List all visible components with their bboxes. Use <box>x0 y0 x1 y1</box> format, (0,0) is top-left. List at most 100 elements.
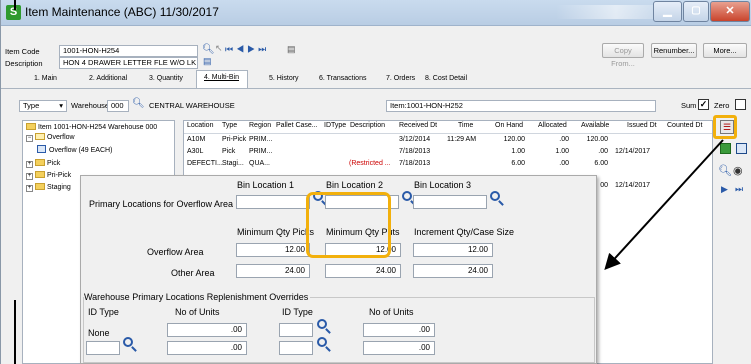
col-on-hand[interactable]: On Hand <box>495 122 523 129</box>
tree-overflow-child-label: Overflow (49 EACH) <box>49 147 113 154</box>
maximize-button[interactable]: ▢ <box>683 1 709 22</box>
binoculars-icon[interactable]: ◉ <box>733 164 743 177</box>
overflow-area-label: Overflow Area <box>147 247 204 257</box>
tree-item-overflow[interactable]: − Overflow <box>26 133 75 142</box>
col-time[interactable]: Time <box>458 122 473 129</box>
col-available[interactable]: Available <box>581 122 609 129</box>
table-row[interactable]: DEFECTI... Stagi... QUA... (Restricted .… <box>184 158 712 170</box>
col-pallet-case[interactable]: Pallet Case... <box>276 122 318 129</box>
tab-divider <box>1 88 751 89</box>
more-button[interactable]: More... <box>703 43 747 58</box>
collapse-icon[interactable]: − <box>26 135 33 142</box>
tree-item-pick[interactable]: + Pick <box>26 159 60 168</box>
minimize-button[interactable]: ▁ <box>653 1 682 22</box>
col-idtype[interactable]: IDType <box>324 122 346 129</box>
close-button[interactable]: ✕ <box>710 1 750 22</box>
units-input-4[interactable]: .00 <box>363 341 435 355</box>
description-memo-icon[interactable]: ▤ <box>203 56 212 67</box>
copy-from-button[interactable]: Copy From... <box>602 43 644 68</box>
col-description[interactable]: Description <box>350 122 385 129</box>
col-issued-dt[interactable]: Issued Dt <box>627 122 657 129</box>
id-type-value: None <box>88 328 110 338</box>
chevron-down-icon: ▾ <box>59 101 63 110</box>
units-input-1[interactable]: .00 <box>167 323 247 337</box>
type-select-value: Type <box>23 101 40 110</box>
units-input-2[interactable]: .00 <box>363 323 435 337</box>
row-location: DEFECTI... <box>187 160 223 167</box>
id-type-3-lookup-icon[interactable] <box>123 337 133 347</box>
col-received-dt[interactable]: Received Dt <box>399 122 437 129</box>
table-row[interactable]: A30L Pick PRIM... 7/18/2013 1.00 1.00 .0… <box>184 146 712 158</box>
tab-multi-bin[interactable]: 4. Multi-Bin <box>204 74 239 81</box>
tree-item-staging[interactable]: + Staging <box>26 183 71 192</box>
row-location: A30L <box>187 148 204 155</box>
list-icon[interactable] <box>736 143 747 154</box>
col-allocated[interactable]: Allocated <box>538 122 567 129</box>
tab-quantity[interactable]: 3. Quantity <box>149 75 183 82</box>
table-row[interactable]: A10M Pri-Pick PRIM... 3/12/2014 11:29 AM… <box>184 134 712 146</box>
item-filter-field[interactable]: Item:1001-HON-H252 <box>386 100 656 112</box>
tab-cost-detail[interactable]: 8. Cost Detail <box>425 75 467 82</box>
bin-location-3-lookup-icon[interactable] <box>490 191 500 201</box>
tab-main[interactable]: 1. Main <box>34 75 57 82</box>
notes-icon[interactable]: ▤ <box>287 44 296 55</box>
units-input-3[interactable]: .00 <box>167 341 247 355</box>
col-region[interactable]: Region <box>249 122 271 129</box>
search-icon[interactable]: 🔍︎ <box>718 164 732 177</box>
row-on-hand: 120.00 <box>503 136 525 143</box>
expand-icon[interactable]: + <box>26 185 33 192</box>
row-allocated: 1.00 <box>555 148 569 155</box>
tree-item-pri-pick[interactable]: + Pri-Pick <box>26 171 71 180</box>
other-min-picks-input[interactable]: 24.00 <box>236 264 310 278</box>
tab-transactions[interactable]: 6. Transactions <box>319 75 366 82</box>
renumber-button[interactable]: Renumber... <box>651 43 697 58</box>
last-icon[interactable]: ⏭ <box>735 184 743 195</box>
next-icon[interactable]: ▶ <box>721 184 728 195</box>
zero-label: Zero <box>714 101 730 110</box>
tab-orders[interactable]: 7. Orders <box>386 75 415 82</box>
col-counted-dt[interactable]: Counted Dt <box>667 122 702 129</box>
expand-icon[interactable]: + <box>26 161 33 168</box>
record-navigation-icons[interactable]: ⏮◀▶⏭ <box>225 44 269 55</box>
tab-history[interactable]: 5. History <box>269 75 299 82</box>
id-type-input-4[interactable] <box>279 341 313 355</box>
top-edge-marker <box>14 0 16 10</box>
bin-location-3-input[interactable] <box>413 195 487 209</box>
expand-icon[interactable]: + <box>26 173 33 180</box>
bin-location-2-lookup-icon[interactable] <box>402 191 412 201</box>
item-lookup-icon[interactable]: 🔍︎ <box>202 44 215 55</box>
type-select[interactable]: Type ▾ <box>19 100 67 112</box>
row-allocated: .00 <box>559 160 569 167</box>
row-region: QUA... <box>249 160 271 167</box>
warehouse-code-input[interactable]: 000 <box>107 100 129 112</box>
item-clear-icon[interactable]: ↖ <box>215 43 223 54</box>
tree-item-overflow-child[interactable]: Overflow (49 EACH) <box>37 145 112 154</box>
id-type-2-lookup-icon[interactable] <box>317 319 327 329</box>
overflow-increment-input[interactable]: 12.00 <box>413 243 493 257</box>
increment-qty-label: Increment Qty/Case Size <box>414 227 515 237</box>
item-code-input[interactable]: 1001-HON-H254 <box>59 45 198 57</box>
row-time: 11:29 AM <box>447 136 477 143</box>
other-increment-input[interactable]: 24.00 <box>413 264 493 278</box>
close-icon: ✕ <box>725 5 735 17</box>
row-received: 7/18/2013 <box>399 160 431 167</box>
item-code-label: Item Code <box>5 47 40 56</box>
id-type-input-3[interactable] <box>86 341 120 355</box>
bin-icon <box>37 145 46 153</box>
overflow-min-picks-input[interactable]: 12.00 <box>236 243 310 257</box>
id-type-input-2[interactable] <box>279 323 313 337</box>
bin-location-1-input[interactable] <box>236 195 310 209</box>
tab-additional[interactable]: 2. Additional <box>89 75 127 82</box>
description-input[interactable]: HON 4 DRAWER LETTER FLE W/O LK <box>59 57 198 69</box>
id-type-4-lookup-icon[interactable] <box>317 337 327 347</box>
col-location[interactable]: Location <box>187 122 213 129</box>
other-min-puts-input[interactable]: 24.00 <box>325 264 401 278</box>
zero-checkbox[interactable] <box>735 99 746 110</box>
col-type[interactable]: Type <box>222 122 237 129</box>
tree-root[interactable]: Item 1001-HON-H254 Warehouse 000 <box>26 123 157 131</box>
sum-checkbox[interactable]: ✓ <box>698 99 709 110</box>
export-grid-icon[interactable] <box>720 143 731 154</box>
min-qty-picks-label: Minimum Qty Picks <box>237 227 315 237</box>
row-issued: 12/14/2017 <box>615 148 651 155</box>
warehouse-lookup-icon[interactable]: 🔍︎ <box>132 98 145 109</box>
